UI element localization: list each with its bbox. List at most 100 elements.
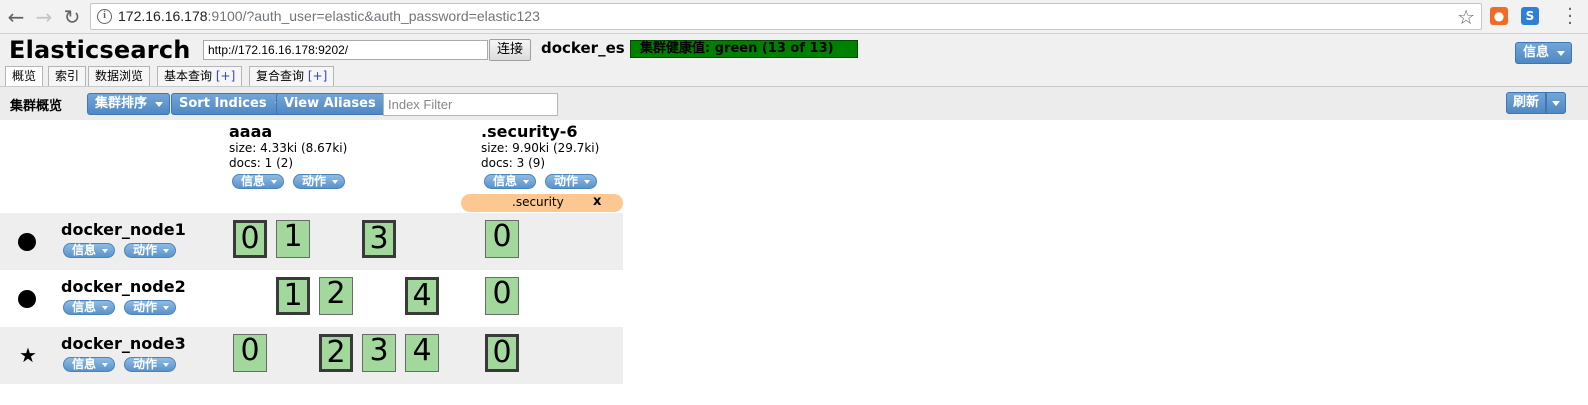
index-action-button[interactable]: 动作 [545, 174, 598, 189]
chevron-down-icon [271, 180, 278, 184]
replica-shard[interactable]: 0 [233, 334, 267, 372]
index-name: aaaa [229, 122, 273, 141]
index-name: .security-6 [481, 122, 578, 141]
index-info-button[interactable]: 信息 [232, 174, 285, 189]
tab-compound-query[interactable]: 复合查询 [+] [249, 66, 335, 86]
tab-overview[interactable]: 概览 [5, 66, 44, 87]
tab-basic-query[interactable]: 基本查询 [+] [157, 66, 243, 86]
tab-add-link[interactable]: [+] [308, 69, 327, 83]
replica-shard[interactable]: 3 [362, 334, 396, 372]
button-label: View Aliases [284, 96, 376, 111]
app-title: Elasticsearch [9, 36, 191, 64]
index-info-button[interactable]: 信息 [484, 174, 537, 189]
cluster-name: docker_es [541, 39, 625, 57]
replica-shard[interactable]: 0 [485, 277, 519, 315]
button-label: 信息 [493, 174, 518, 188]
connect-button[interactable]: 连接 [489, 39, 531, 61]
chevron-down-icon [163, 249, 170, 253]
replica-shard[interactable]: 4 [405, 334, 439, 372]
tab-label: 复合查询 [256, 69, 305, 83]
primary-shard[interactable]: 0 [233, 220, 267, 258]
info-menu-button[interactable]: 信息 [1515, 42, 1573, 64]
index-docs: docs: 3 (9) [481, 156, 546, 170]
node-action-button[interactable]: 动作 [124, 357, 177, 372]
button-label: 动作 [133, 300, 158, 314]
primary-shard[interactable]: 1 [276, 277, 310, 315]
chevron-down-icon [102, 249, 109, 253]
node-dot-icon [18, 290, 36, 308]
node-info-button[interactable]: 信息 [63, 243, 116, 258]
node-name: docker_node1 [61, 220, 186, 239]
reload-icon[interactable]: ↻ [59, 4, 85, 30]
chevron-down-icon [1552, 101, 1560, 106]
button-label: 动作 [133, 357, 158, 371]
url-host: 172.16.16.178 [118, 8, 208, 24]
refresh-button[interactable]: 刷新 [1506, 92, 1546, 114]
replica-shard[interactable]: 1 [276, 220, 310, 258]
node-name: docker_node3 [61, 334, 186, 353]
node-action-button[interactable]: 动作 [124, 243, 177, 258]
app-header: Elasticsearch 连接 docker_es 集群健康值: green … [0, 34, 1588, 87]
index-filter-input[interactable] [383, 93, 558, 116]
index-action-button[interactable]: 动作 [293, 174, 346, 189]
browser-menu-icon[interactable]: · · · [1560, 1, 1580, 33]
toolbar-title: 集群概览 [10, 99, 63, 114]
master-star-icon: ★ [19, 343, 37, 367]
replica-shard[interactable]: 2 [319, 277, 353, 315]
node-action-button[interactable]: 动作 [124, 300, 177, 315]
tab-browser[interactable]: 数据浏览 [88, 66, 151, 86]
sort-indices-button[interactable]: Sort Indices [171, 93, 290, 115]
button-label: 动作 [554, 174, 579, 188]
tab-add-link[interactable]: [+] [216, 69, 235, 83]
extension-blue-icon[interactable]: S [1521, 7, 1539, 25]
primary-shard[interactable]: 0 [485, 334, 519, 372]
back-arrow-icon[interactable]: ← [3, 4, 29, 30]
primary-shard[interactable]: 2 [319, 334, 353, 372]
index-docs: docs: 1 (2) [229, 156, 294, 170]
button-label: 动作 [133, 243, 158, 257]
chevron-down-icon [1557, 51, 1566, 56]
alias-remove-button[interactable]: x [593, 194, 601, 209]
node-row: ★ docker_node3 信息 动作 0 2 3 4 0 [0, 327, 623, 384]
info-menu-label: 信息 [1523, 45, 1550, 60]
primary-shard[interactable]: 3 [362, 220, 396, 258]
tab-label: 索引 [55, 69, 80, 83]
node-info-button[interactable]: 信息 [63, 357, 116, 372]
cluster-sort-button[interactable]: 集群排序 [87, 93, 171, 115]
index-header-security: .security-6 size: 9.90ki (29.7ki) docs: … [481, 122, 599, 171]
site-info-icon[interactable]: i [97, 9, 112, 24]
index-size: size: 4.33ki (8.67ki) [229, 141, 348, 155]
tab-label: 基本查询 [164, 69, 213, 83]
index-header-aaaa: aaaa size: 4.33ki (8.67ki) docs: 1 (2) [229, 122, 347, 171]
node-dot-icon [18, 233, 36, 251]
replica-shard[interactable]: 0 [485, 220, 519, 258]
refresh-dropdown-button[interactable] [1546, 92, 1566, 114]
tab-indices[interactable]: 索引 [48, 66, 87, 86]
forward-arrow-icon[interactable]: → [31, 4, 57, 30]
button-label: Sort Indices [179, 96, 267, 111]
node-row: docker_node2 信息 动作 1 2 4 0 [0, 270, 623, 327]
chevron-down-icon [102, 306, 109, 310]
address-bar[interactable]: i 172.16.16.178:9100/?auth_user=elastic&… [90, 3, 1482, 30]
url-path: :9100/?auth_user=elastic&auth_password=e… [207, 8, 540, 24]
primary-shard[interactable]: 4 [405, 277, 439, 315]
node-name: docker_node2 [61, 277, 186, 296]
button-label: 集群排序 [95, 96, 148, 111]
chevron-down-icon [584, 180, 591, 184]
chevron-down-icon [155, 102, 164, 107]
node-row: docker_node1 信息 动作 0 1 3 0 [0, 213, 623, 270]
button-label: 信息 [72, 243, 97, 257]
overview-toolbar: 集群概览 集群排序 Sort Indices View Aliases 刷新 [0, 86, 1588, 120]
node-info-button[interactable]: 信息 [63, 300, 116, 315]
button-label: 动作 [302, 174, 327, 188]
connection-url-input[interactable] [203, 40, 488, 60]
cluster-health-badge: 集群健康值: green (13 of 13) [630, 40, 858, 58]
chevron-down-icon [163, 363, 170, 367]
alias-bar: .security x [461, 194, 623, 212]
chevron-down-icon [332, 180, 339, 184]
extension-orange-icon[interactable]: ● [1490, 7, 1508, 25]
bookmark-star-icon[interactable]: ☆ [1457, 5, 1475, 29]
browser-toolbar: ← → ↻ i 172.16.16.178:9100/?auth_user=el… [0, 0, 1588, 34]
view-aliases-button[interactable]: View Aliases [276, 93, 399, 115]
url-text[interactable]: 172.16.16.178:9100/?auth_user=elastic&au… [118, 8, 540, 24]
